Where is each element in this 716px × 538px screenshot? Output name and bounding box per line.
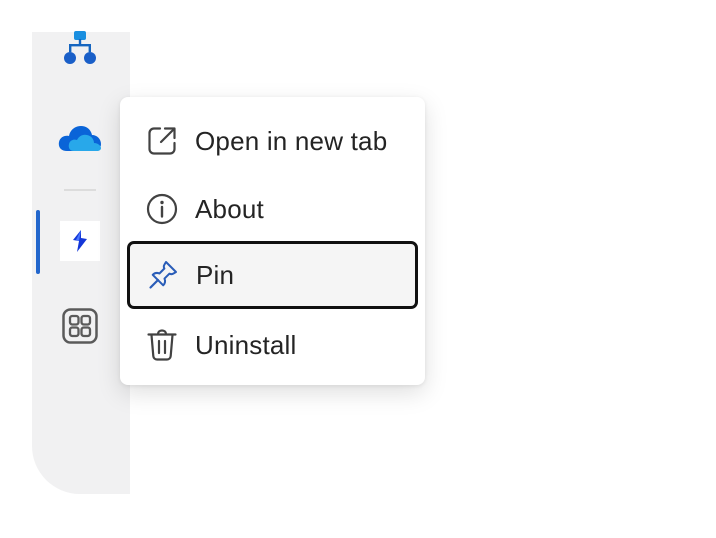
app-stage: Open in new tab About Pin Uninstall [0, 0, 716, 538]
context-menu: Open in new tab About Pin Uninstall [120, 97, 425, 385]
sidebar-item-org-chart[interactable] [60, 30, 100, 70]
pin-icon [147, 259, 179, 291]
menu-item-label: About [195, 193, 264, 224]
active-indicator [36, 210, 40, 274]
menu-item-label: Uninstall [195, 329, 297, 360]
sidebar-divider [64, 189, 96, 191]
menu-item-uninstall[interactable]: Uninstall [126, 311, 417, 379]
info-icon [146, 193, 178, 225]
menu-item-pin[interactable]: Pin [127, 241, 418, 309]
apps-grid-icon [62, 308, 98, 344]
app-sidebar-rail [32, 32, 130, 494]
open-external-icon [146, 125, 178, 157]
sidebar-item-active-app[interactable] [60, 221, 100, 261]
menu-item-open-in-new-tab[interactable]: Open in new tab [126, 107, 417, 175]
menu-item-about[interactable]: About [126, 175, 417, 243]
sidebar-item-onedrive[interactable] [56, 118, 104, 158]
trash-icon [146, 329, 178, 361]
sidebar-item-apps[interactable] [60, 306, 100, 346]
menu-item-label: Pin [196, 259, 235, 290]
onedrive-cloud-icon [58, 126, 101, 151]
org-chart-icon [64, 31, 96, 64]
app-lightning-icon [73, 230, 87, 252]
menu-item-label: Open in new tab [195, 125, 388, 156]
